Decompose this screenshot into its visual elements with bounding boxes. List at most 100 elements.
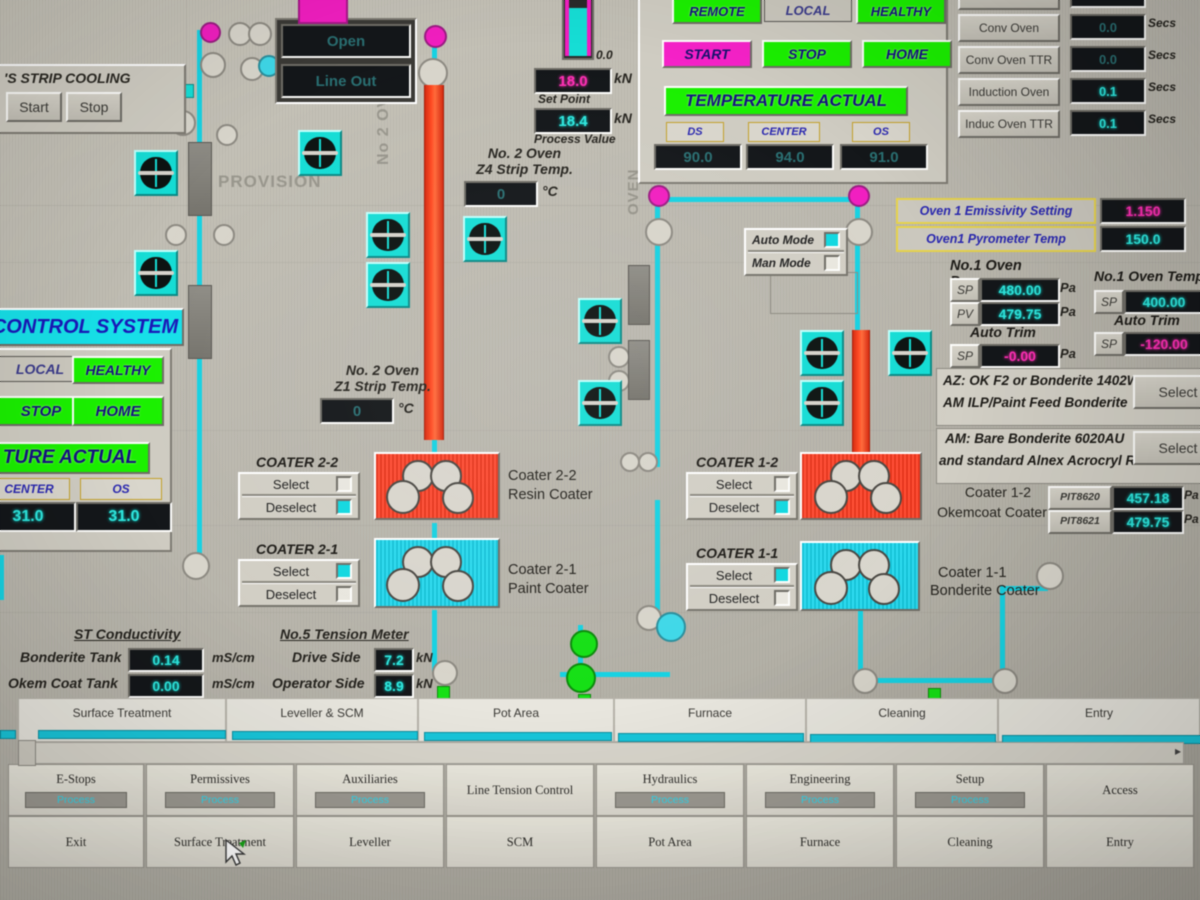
nav-progress-bar[interactable] xyxy=(424,732,612,741)
coater-2-2-select-checkbox[interactable] xyxy=(336,476,352,492)
coater-1-2-select-row[interactable]: Select xyxy=(688,474,796,494)
timer-button-conv-oven[interactable]: Conv Oven xyxy=(958,14,1060,42)
tension-set-point-units: kN xyxy=(614,70,632,86)
button-e-stops[interactable]: E-Stops Process xyxy=(8,764,144,816)
button-stop[interactable]: STOP xyxy=(762,40,852,68)
button-pot-area[interactable]: Pot Area xyxy=(596,816,744,868)
oven-pressure-trim-tag[interactable]: SP xyxy=(950,344,980,368)
coater-2-1-select-checkbox[interactable] xyxy=(336,563,352,579)
oven-pressure-pv-tag[interactable]: PV xyxy=(950,302,980,326)
coater-2-2-select-row[interactable]: Select xyxy=(240,474,358,494)
nav-progress-bar[interactable] xyxy=(618,733,804,742)
oven-pressure-trim-value: -0.00 xyxy=(980,344,1060,368)
coater-1-1-deselect-checkbox[interactable] xyxy=(774,590,790,606)
nav-progress-bar[interactable] xyxy=(232,731,418,740)
left-button-home[interactable]: HOME xyxy=(72,396,164,426)
coater-1-2-select-checkbox[interactable] xyxy=(774,476,790,492)
coater-2-1-select-row[interactable]: Select xyxy=(240,561,358,581)
dropdown-open[interactable]: Open xyxy=(281,24,411,58)
button-setup[interactable]: Setup Process xyxy=(896,764,1044,816)
oven-temperature-trim-tag[interactable]: SP xyxy=(1094,332,1124,356)
oven-z4-strip-temp: No. 2 Oven Z4 Strip Temp. 0 °C xyxy=(462,145,587,207)
button-leveller[interactable]: Leveller xyxy=(296,816,444,868)
valve-icon[interactable] xyxy=(298,130,342,176)
nav-progress-bar[interactable] xyxy=(38,730,226,739)
valve-icon[interactable] xyxy=(800,380,844,426)
man-mode-checkbox[interactable] xyxy=(824,255,840,271)
valve-icon[interactable] xyxy=(888,330,932,376)
coater-2-2-deselect-checkbox[interactable] xyxy=(336,499,352,515)
button-entry[interactable]: Entry xyxy=(1046,816,1194,868)
man-mode-row[interactable]: Man Mode xyxy=(746,253,846,273)
coater-2-2-rolls[interactable] xyxy=(374,452,500,520)
oven-pressure-sp-tag[interactable]: SP xyxy=(950,278,980,302)
timer-button-conv-oven-ttr[interactable]: Conv Oven TTR xyxy=(958,46,1060,74)
button-leveller-label: Leveller xyxy=(349,834,391,849)
strip-cooling-start-button[interactable]: Start xyxy=(6,92,62,122)
oven-z1-title-1: No. 2 Oven xyxy=(345,362,420,378)
valve-icon[interactable] xyxy=(366,212,410,258)
valve-icon[interactable] xyxy=(366,262,410,308)
coater-2-1-deselect-checkbox[interactable] xyxy=(336,586,352,602)
auto-mode-checkbox[interactable] xyxy=(824,232,840,248)
coater-2-1-rolls[interactable] xyxy=(374,538,500,608)
horizontal-scrollbar[interactable]: ▸ xyxy=(22,742,1184,764)
button-exit[interactable]: Exit xyxy=(8,816,144,868)
coater-1-1-select-row[interactable]: Select xyxy=(688,565,796,585)
coater-1-1-rolls[interactable] xyxy=(800,541,920,611)
lamp-remote[interactable]: REMOTE xyxy=(672,0,762,24)
lamp-local[interactable]: LOCAL xyxy=(764,0,852,22)
valve-icon[interactable] xyxy=(463,216,507,262)
coater-1-2-deselect-row[interactable]: Deselect xyxy=(688,497,796,517)
button-setup-label: Setup xyxy=(955,772,985,786)
coater12-tag-pit8621[interactable]: PIT8621 xyxy=(1048,510,1112,534)
chemistry-az-select-button[interactable]: Select xyxy=(1133,375,1200,409)
coater-1-1-select-checkbox[interactable] xyxy=(774,567,790,583)
left-lamp-local[interactable]: LOCAL xyxy=(0,356,82,382)
button-start[interactable]: START xyxy=(662,40,752,68)
button-exit-label: Exit xyxy=(65,834,87,849)
button-scm[interactable]: SCM xyxy=(446,816,594,868)
scroll-right-arrow-icon[interactable]: ▸ xyxy=(1175,744,1181,758)
coater-2-1-deselect-row[interactable]: Deselect xyxy=(240,584,358,604)
timer-button-induction-oven[interactable]: Induction Oven xyxy=(958,78,1060,106)
button-pot-area-label: Pot Area xyxy=(648,834,692,849)
button-entry-label: Entry xyxy=(1106,834,1134,849)
coater-2-2-deselect-row[interactable]: Deselect xyxy=(240,497,358,517)
button-engineering[interactable]: Engineering Process xyxy=(746,764,894,816)
valve-icon[interactable] xyxy=(800,330,844,376)
coater12-tag-pit8620[interactable]: PIT8620 xyxy=(1048,486,1112,510)
button-furnace[interactable]: Furnace xyxy=(746,816,894,868)
coater-1-1-deselect-row[interactable]: Deselect xyxy=(688,588,796,608)
valve-icon[interactable] xyxy=(134,150,178,196)
chemistry-am-select-button[interactable]: Select xyxy=(1133,431,1200,465)
button-access[interactable]: Access xyxy=(1046,764,1194,816)
nav-progress-bar[interactable] xyxy=(0,730,16,739)
strip-cooling-stop-button[interactable]: Stop xyxy=(66,92,122,122)
coater-1-2-deselect-checkbox[interactable] xyxy=(774,499,790,515)
button-cleaning-label: Cleaning xyxy=(947,834,993,849)
lamp-healthy[interactable]: HEALTHY xyxy=(856,0,946,24)
coater-1-2-rolls[interactable] xyxy=(800,452,922,520)
button-surface-treatment[interactable]: Surface Treatment xyxy=(146,816,294,868)
left-lamp-healthy[interactable]: HEALTHY xyxy=(72,356,164,384)
timer-button-pot[interactable]: Pot xyxy=(958,0,1060,10)
button-hydraulics[interactable]: Hydraulics Process xyxy=(596,764,744,816)
button-line-tension-control[interactable]: Line Tension Control xyxy=(446,764,594,816)
tension-process-label: Process Value xyxy=(534,132,616,146)
dropdown-line-out[interactable]: Line Out xyxy=(281,64,411,98)
strip-cooling-panel: 'S STRIP COOLING Start Stop xyxy=(0,64,186,134)
button-auxiliaries[interactable]: Auxiliaries Process xyxy=(296,764,444,816)
oven-temperature-sp-tag[interactable]: SP xyxy=(1094,290,1124,314)
valve-icon[interactable] xyxy=(578,380,622,426)
valve-icon[interactable] xyxy=(134,250,178,296)
valve-icon[interactable] xyxy=(578,298,622,344)
coater12-pressure-group: Coater 1-2 Okemcoat Coater PIT8620 457.1… xyxy=(936,484,1199,540)
scroll-left-arrow-icon[interactable] xyxy=(18,740,36,766)
timer-button-induc-oven-ttr[interactable]: Induc Oven TTR xyxy=(958,110,1060,138)
button-permissives-label: Permissives xyxy=(190,772,250,786)
auto-mode-row[interactable]: Auto Mode xyxy=(746,230,846,250)
button-home[interactable]: HOME xyxy=(862,40,952,68)
button-permissives[interactable]: Permissives Process xyxy=(146,764,294,816)
button-cleaning[interactable]: Cleaning xyxy=(896,816,1044,868)
